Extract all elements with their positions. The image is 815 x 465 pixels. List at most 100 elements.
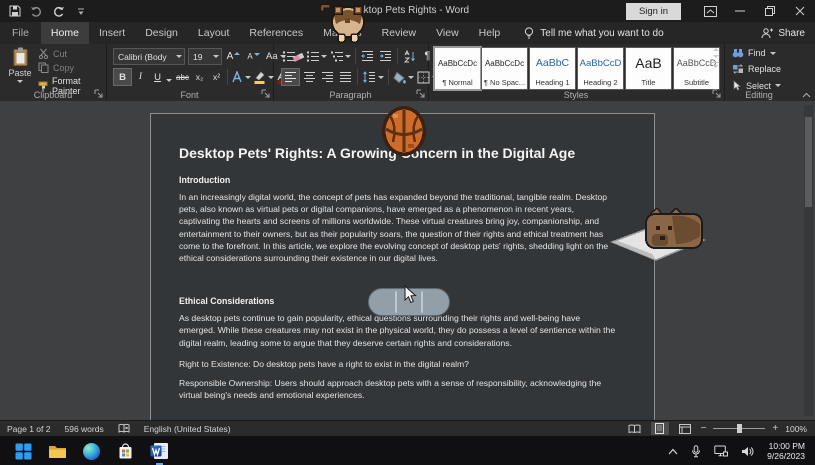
microphone-icon[interactable] xyxy=(691,445,701,458)
web-layout-button[interactable] xyxy=(676,422,694,435)
bold-button[interactable]: B xyxy=(113,68,132,86)
paste-button[interactable]: Paste xyxy=(5,47,35,89)
clipboard-dialog-launcher-icon[interactable] xyxy=(94,89,103,98)
speaker-icon[interactable] xyxy=(741,446,754,457)
style-title[interactable]: AaB Title xyxy=(625,47,672,90)
windows-logo-icon xyxy=(15,443,32,460)
word-taskbar-button[interactable] xyxy=(149,441,169,461)
find-button[interactable]: Find xyxy=(732,48,776,58)
tab-review[interactable]: Review xyxy=(372,22,426,44)
print-layout-button[interactable] xyxy=(651,422,669,435)
paragraph-dialog-launcher-icon[interactable] xyxy=(416,89,425,98)
justify-button[interactable] xyxy=(337,69,354,85)
styles-dialog-launcher-icon[interactable] xyxy=(712,89,721,98)
tab-mailings[interactable]: Mailings xyxy=(313,22,372,44)
tab-view[interactable]: View xyxy=(426,22,469,44)
restore-button[interactable] xyxy=(755,0,785,22)
decrease-indent-button[interactable] xyxy=(359,48,376,64)
multilevel-list-button[interactable] xyxy=(329,48,352,64)
minimize-button[interactable] xyxy=(725,0,755,22)
document-page[interactable]: Desktop Pets' Rights: A Growing Concern … xyxy=(150,113,655,420)
zoom-level[interactable]: 100% xyxy=(785,424,807,434)
language-indicator[interactable]: English (United States) xyxy=(137,424,238,434)
styles-scroll-up-icon[interactable] xyxy=(713,48,719,51)
page-indicator[interactable]: Page 1 of 2 xyxy=(0,424,57,434)
shading-button[interactable] xyxy=(392,69,415,85)
zoom-out-button[interactable]: − xyxy=(701,423,707,434)
increase-indent-button[interactable] xyxy=(377,48,394,64)
style-heading-2[interactable]: AaBbCcD Heading 2 xyxy=(577,47,624,90)
close-button[interactable] xyxy=(785,0,815,22)
style-heading-1[interactable]: AaBbC Heading 1 xyxy=(529,47,576,90)
zoom-slider[interactable] xyxy=(713,428,765,429)
vertical-scrollbar[interactable] xyxy=(804,105,813,416)
store-icon xyxy=(117,442,134,460)
edge-browser-button[interactable] xyxy=(81,441,101,461)
tab-file[interactable]: File xyxy=(0,22,41,44)
align-left-button[interactable] xyxy=(281,68,300,86)
increase-indent-icon xyxy=(379,50,392,63)
shading-icon xyxy=(393,71,406,84)
proofing-status-icon[interactable] xyxy=(111,423,137,434)
microsoft-store-button[interactable] xyxy=(115,441,135,461)
tell-me-box[interactable]: Tell me what you want to do xyxy=(524,22,663,44)
file-explorer-button[interactable] xyxy=(47,441,67,461)
shrink-font-button[interactable]: A xyxy=(245,49,262,65)
redo-icon[interactable] xyxy=(52,5,65,18)
tray-chevron-icon[interactable] xyxy=(668,448,678,455)
styles-scroll-down-icon[interactable] xyxy=(713,55,719,58)
align-right-button[interactable] xyxy=(319,69,336,85)
grow-font-button[interactable]: A xyxy=(225,49,242,65)
decrease-indent-icon xyxy=(361,50,374,63)
copy-button[interactable]: Copy xyxy=(38,62,74,73)
cut-button[interactable]: Cut xyxy=(38,48,67,59)
bullets-icon xyxy=(282,50,296,63)
style-normal[interactable]: AaBbCcDc ¶ Normal xyxy=(433,46,482,91)
font-family-caret-icon xyxy=(176,55,182,58)
align-center-button[interactable] xyxy=(301,69,318,85)
replace-button[interactable]: Replace xyxy=(732,64,781,74)
text-effects-button[interactable] xyxy=(230,69,252,85)
tab-layout[interactable]: Layout xyxy=(188,22,240,44)
network-display-icon[interactable] xyxy=(714,445,728,457)
pet-treat-capsule-sprite[interactable] xyxy=(368,288,450,316)
numbering-button[interactable] xyxy=(305,48,328,64)
editing-group-label: Editing xyxy=(724,90,794,100)
underline-button[interactable]: U xyxy=(149,69,166,85)
save-icon[interactable] xyxy=(8,5,21,18)
ribbon-display-options-icon[interactable] xyxy=(695,0,725,22)
read-mode-button[interactable] xyxy=(626,422,644,435)
italic-button[interactable]: I xyxy=(132,69,149,85)
bullets-button[interactable] xyxy=(281,48,304,64)
line-spacing-button[interactable] xyxy=(361,69,385,85)
tab-home[interactable]: Home xyxy=(41,22,89,44)
strikethrough-button[interactable]: abc xyxy=(174,69,191,85)
taskbar-clock[interactable]: 10:00 PM 9/26/2023 xyxy=(767,441,805,461)
highlight-icon xyxy=(253,71,266,84)
word-count[interactable]: 596 words xyxy=(57,424,110,434)
tab-help[interactable]: Help xyxy=(469,22,511,44)
scrollbar-thumb[interactable] xyxy=(805,117,812,207)
start-button[interactable] xyxy=(13,441,33,461)
styles-more-icon[interactable] xyxy=(712,62,719,69)
tab-references[interactable]: References xyxy=(239,22,313,44)
numbering-icon xyxy=(306,50,320,63)
share-button[interactable]: Share xyxy=(761,22,805,44)
tab-design[interactable]: Design xyxy=(135,22,188,44)
style-no-spacing[interactable]: AaBbCcDc ¶ No Spac... xyxy=(481,47,528,90)
sort-button[interactable] xyxy=(401,48,418,64)
zoom-in-button[interactable]: + xyxy=(772,423,778,434)
zoom-slider-handle[interactable] xyxy=(737,424,742,433)
sign-in-button[interactable]: Sign in xyxy=(626,3,681,20)
undo-icon[interactable] xyxy=(30,5,43,18)
font-family-select[interactable]: Calibri (Body xyxy=(113,48,185,65)
font-size-select[interactable]: 19 xyxy=(188,48,222,65)
collapse-ribbon-icon[interactable] xyxy=(802,92,811,98)
tab-insert[interactable]: Insert xyxy=(89,22,135,44)
align-left-icon xyxy=(284,71,297,83)
highlight-color-button[interactable] xyxy=(252,69,275,85)
customize-quick-access-icon[interactable] xyxy=(74,5,87,18)
font-dialog-launcher-icon[interactable] xyxy=(261,89,270,98)
superscript-button[interactable]: x² xyxy=(208,69,225,85)
subscript-button[interactable]: x₂ xyxy=(191,69,208,85)
